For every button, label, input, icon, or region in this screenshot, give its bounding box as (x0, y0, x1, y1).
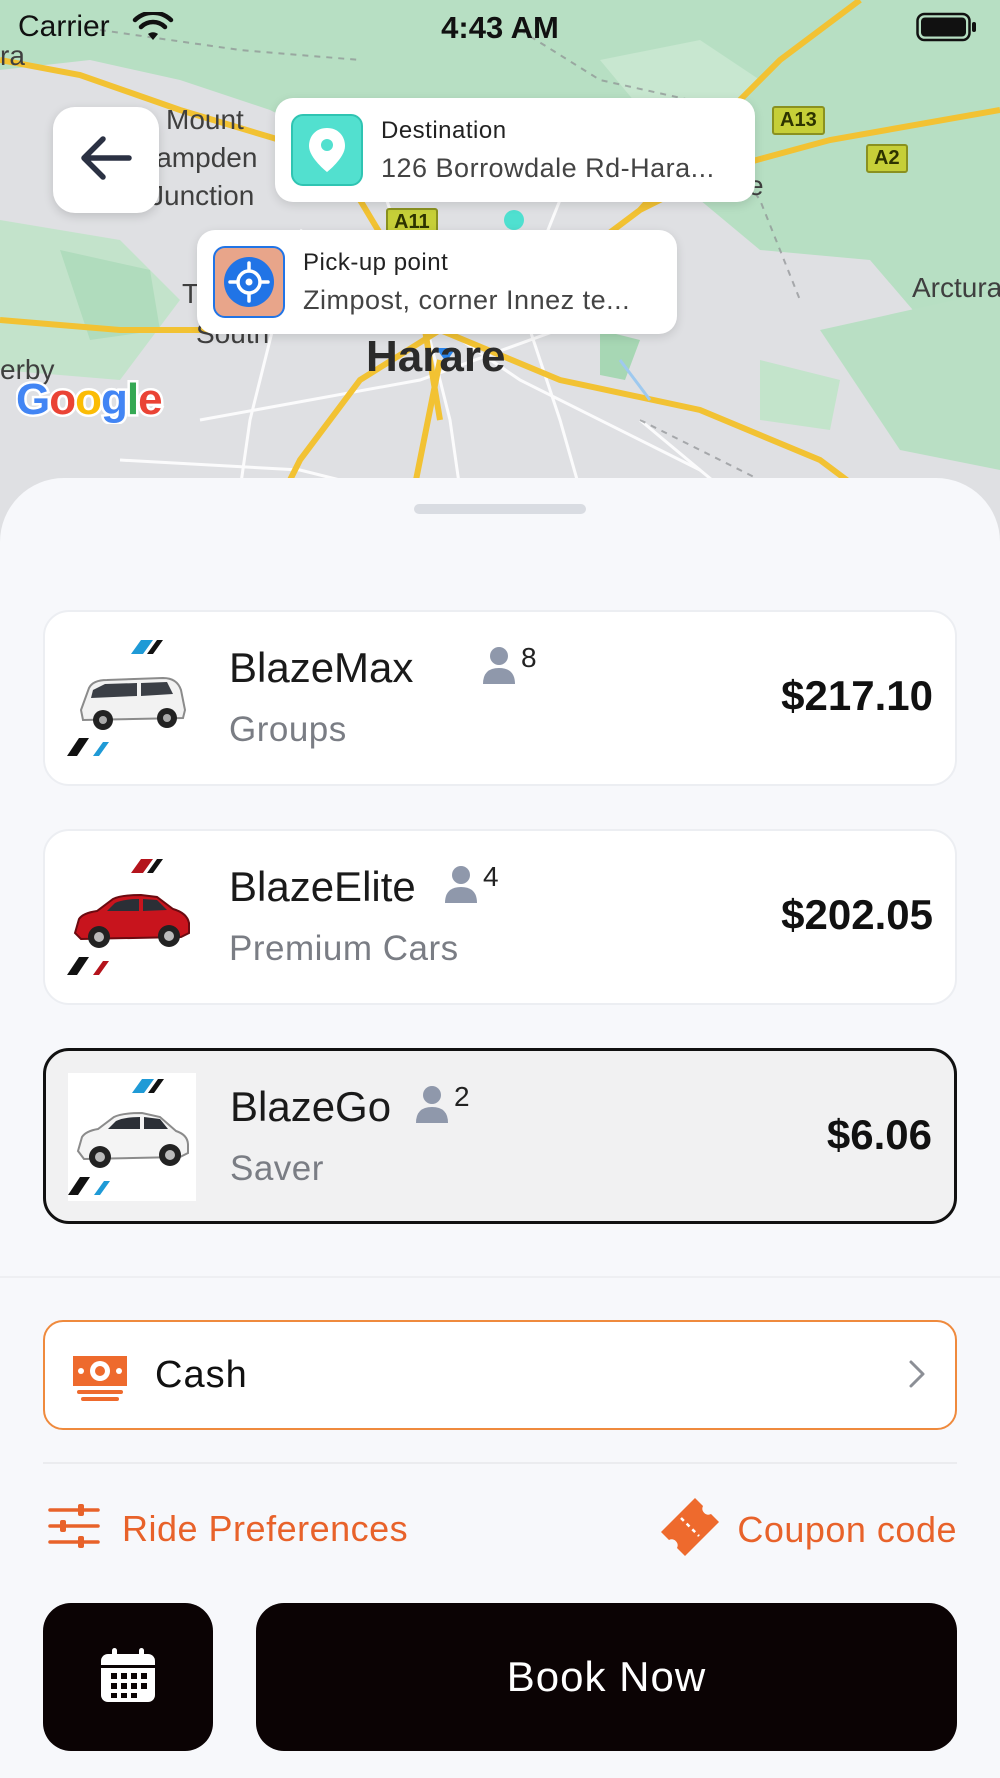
map-label-mount: Mount (166, 104, 244, 135)
ride-price: $217.10 (781, 672, 933, 719)
passenger-capacity: 4 (443, 861, 499, 908)
map-view[interactable]: ra Mount lampden Junction T South erby A… (0, 0, 1000, 560)
pickup-address: Zimpost, corner Innez te... (303, 284, 631, 315)
capacity-count: 4 (483, 861, 499, 892)
back-button[interactable] (53, 107, 159, 213)
pickup-card[interactable]: Pick-up point Zimpost, corner Innez te..… (197, 230, 677, 334)
map-label-city: Harare (366, 332, 506, 381)
google-logo: Google (14, 373, 166, 435)
ride-category: Premium Cars (229, 929, 459, 968)
status-bar: Carrier 4:43 AM (0, 0, 1000, 56)
person-icon (414, 1083, 450, 1128)
car-image-van (67, 634, 195, 762)
car-image-sedan-red (67, 853, 195, 981)
crosshair-icon (213, 246, 285, 318)
svg-text:Google: Google (16, 375, 162, 424)
payment-method-selector[interactable]: Cash (43, 1320, 957, 1430)
drag-handle[interactable] (414, 504, 586, 514)
calendar-icon (99, 1646, 157, 1709)
ride-name: BlazeMax (229, 644, 414, 691)
sliders-icon (48, 1504, 100, 1553)
map-pin-icon (291, 114, 363, 186)
car-image-sedan-white (68, 1073, 196, 1201)
passenger-capacity: 8 (481, 642, 537, 689)
ride-option-blazemax[interactable]: BlazeMax 8 Groups $217.10 (43, 610, 957, 786)
ride-name: BlazeElite (229, 863, 416, 910)
payment-method-label: Cash (155, 1354, 248, 1396)
passenger-capacity: 2 (414, 1081, 470, 1128)
ride-category: Groups (229, 710, 347, 749)
destination-card[interactable]: Destination 126 Borrowdale Rd-Hara... (275, 98, 755, 202)
schedule-ride-button[interactable] (43, 1603, 213, 1751)
divider-line (43, 1462, 957, 1464)
ride-price: $6.06 (826, 1111, 932, 1158)
person-icon (481, 644, 517, 689)
destination-title: Destination (381, 116, 507, 144)
map-label-hampden: lampden (150, 142, 258, 173)
ride-category: Saver (230, 1149, 324, 1188)
cash-icon (69, 1350, 131, 1407)
ticket-icon (659, 1496, 721, 1563)
map-label-arctur: Arctura (912, 272, 1000, 303)
book-now-button[interactable]: Book Now (256, 1603, 957, 1751)
map-label-junction: Junction (150, 180, 255, 211)
chevron-right-icon (907, 1358, 927, 1395)
coupon-code-link[interactable]: Coupon code (659, 1496, 957, 1563)
road-shield-a13: A13 (772, 106, 825, 135)
coupon-code-label: Coupon code (737, 1508, 957, 1550)
status-time: 4:43 AM (441, 10, 559, 45)
capacity-count: 2 (454, 1081, 470, 1112)
ride-preferences-link[interactable]: Ride Preferences (48, 1504, 408, 1553)
ride-selection-sheet: BlazeMax 8 Groups $217.10 BlazeElite 4 P… (0, 478, 1000, 1778)
ride-preferences-label: Ride Preferences (122, 1507, 409, 1549)
pickup-title: Pick-up point (303, 248, 449, 276)
ride-option-blazego[interactable]: BlazeGo 2 Saver $6.06 (43, 1048, 957, 1224)
ride-name: BlazeGo (230, 1083, 392, 1130)
ride-option-blazeelite[interactable]: BlazeElite 4 Premium Cars $202.05 (43, 829, 957, 1005)
ride-price: $202.05 (781, 891, 933, 938)
capacity-count: 8 (521, 642, 537, 673)
arrow-left-icon (79, 135, 133, 186)
battery-icon (916, 12, 978, 47)
person-icon (443, 863, 479, 908)
road-shield-a2: A2 (866, 144, 908, 173)
section-divider (0, 1276, 1000, 1278)
destination-address: 126 Borrowdale Rd-Hara... (381, 152, 715, 183)
